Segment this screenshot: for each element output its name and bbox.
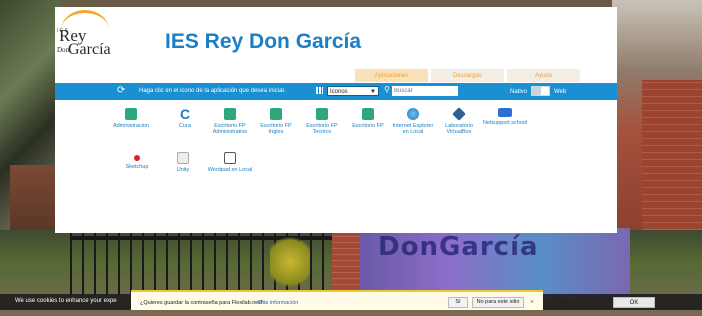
app-escritorio-fp[interactable]: Escritorio FP [345,108,391,129]
app-sketchup[interactable]: Sketchup [114,152,160,170]
unity-icon [177,152,189,164]
download-icon [224,108,236,120]
wordpad-icon [224,152,236,164]
internet-explorer-icon [407,108,419,120]
monitor-icon [498,108,512,117]
chevron-down-icon: ▼ [370,89,376,95]
view-select-value: Iconos [330,89,348,95]
mode-toggle[interactable] [531,86,550,96]
download-icon [362,108,374,120]
app-label: Netsupport school [482,120,528,126]
close-icon[interactable]: × [530,299,534,306]
download-icon [270,108,282,120]
app-grid: Administracion C Cura Escritorio FP Admi… [55,106,617,218]
app-laboratorio-virtualbox[interactable]: Laboratorio VirtualBox [436,107,482,135]
toolbar-message: Haga clic en el icono de la aplicación q… [139,88,286,94]
save-password-yes-button[interactable]: Sí [448,297,468,308]
download-icon [316,108,328,120]
app-label: Sketchup [125,164,149,170]
bg-house-left [10,165,58,235]
cura-icon: C [179,106,191,122]
sketchup-icon [134,155,140,161]
grid-view-icon [316,87,323,94]
app-wordpad[interactable]: Wordpad en Local [207,152,253,173]
site-title: IES Rey Don García [165,30,362,53]
tab-descargas[interactable]: Descargas [431,69,504,82]
app-label: Cura [179,123,191,129]
app-escritorio-fp-tecnico[interactable]: Escritorio FP Tecnico [299,108,345,135]
search-input[interactable] [392,86,458,96]
search-icon: ⚲ [384,85,390,94]
app-unity[interactable]: Unity [160,152,206,173]
bg-brick-wall-right [642,80,702,250]
password-prompt: ¿Quieres guardar la contraseña para Flex… [140,300,263,306]
never-for-site-button[interactable]: No para este sitio [472,297,524,308]
app-label: Escritorio FP Administrativo [212,123,248,135]
web-label: Web [554,89,567,95]
app-label: Administracion [112,123,150,129]
cookie-ok-button[interactable]: OK [613,297,655,308]
app-internet-explorer[interactable]: Internet Explorer en Local [390,108,436,135]
app-label: Escritorio FP Tecnico [306,123,338,135]
school-logo: I E S Rey Don García [55,10,117,58]
app-label: Escritorio FP [352,123,384,129]
bg-mural-text: DonGarcía [378,232,539,262]
bg-yellow-tree [270,232,310,292]
tab-aplicaciones[interactable]: Aplicaciones [355,69,428,82]
toggle-knob [532,87,541,95]
app-label: Escritorio FP Ingles [260,123,292,135]
tab-bar: Aplicaciones Descargas Ayuda [355,69,580,82]
password-save-bar: ¿Quieres guardar la contraseña para Flex… [131,290,543,310]
app-label: Laboratorio VirtualBox [445,123,473,135]
app-netsupport-school[interactable]: Netsupport school [482,108,528,126]
download-icon [125,108,137,120]
tab-ayuda[interactable]: Ayuda [507,69,580,82]
more-info-link[interactable]: Más información [258,300,298,306]
app-cura[interactable]: C Cura [162,106,208,129]
cookie-text: We use cookies to enhance your expe [15,298,117,304]
app-label: Wordpad en Local [207,167,253,173]
toolbar: ⟳ Haga clic en el icono de la aplicación… [55,83,617,100]
app-label: Unity [176,167,190,173]
logo-garcia: García [68,41,111,58]
virtualbox-icon [452,107,466,121]
app-escritorio-fp-administrativo[interactable]: Escritorio FP Administrativo [207,108,253,135]
refresh-icon[interactable]: ⟳ [117,85,129,97]
app-label: Internet Explorer en Local [392,123,434,135]
nativo-label: Nativo [510,89,528,95]
app-administracion[interactable]: Administracion [108,108,154,129]
view-select[interactable]: Iconos ▼ [327,86,379,96]
app-escritorio-fp-ingles[interactable]: Escritorio FP Ingles [253,108,299,135]
